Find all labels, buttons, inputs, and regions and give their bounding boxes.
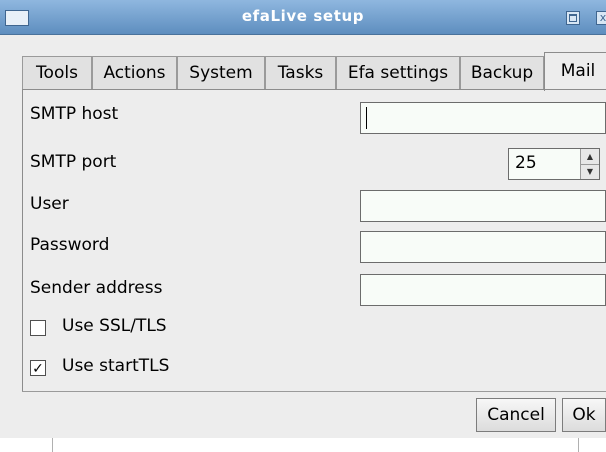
user-label: User xyxy=(30,194,69,214)
window-title: efaLive setup xyxy=(241,7,365,25)
password-input[interactable] xyxy=(360,231,606,263)
smtp-port-spinbox[interactable]: 25 ▲ ▼ xyxy=(508,148,600,180)
tab-tools[interactable]: Tools xyxy=(22,56,92,90)
tab-system[interactable]: System xyxy=(177,56,265,90)
text-cursor xyxy=(366,107,367,129)
background-frame-edge xyxy=(52,438,53,452)
tab-efa-settings[interactable]: Efa settings xyxy=(336,56,460,90)
setup-window: efaLive setup x Tools Actions System Tas… xyxy=(0,0,606,438)
tab-mail[interactable]: Mail xyxy=(544,52,606,91)
use-starttls-label[interactable]: Use startTLS xyxy=(62,356,169,376)
tab-bar: Tools Actions System Tasks Efa settings … xyxy=(22,52,606,91)
spin-up-icon[interactable]: ▲ xyxy=(581,149,599,165)
smtp-port-value[interactable]: 25 xyxy=(515,153,537,173)
cancel-button[interactable]: Cancel xyxy=(476,398,556,432)
title-bar[interactable]: efaLive setup x xyxy=(0,0,606,35)
use-ssl-tls-checkbox[interactable] xyxy=(30,320,46,336)
use-starttls-checkbox[interactable]: ✓ xyxy=(30,360,46,377)
user-input[interactable] xyxy=(360,190,606,222)
use-ssl-tls-label[interactable]: Use SSL/TLS xyxy=(62,316,167,336)
maximize-icon[interactable] xyxy=(566,11,580,25)
tab-tasks[interactable]: Tasks xyxy=(265,56,336,90)
button-divider xyxy=(22,391,606,392)
tab-backup[interactable]: Backup xyxy=(460,56,544,90)
background-frame-edge xyxy=(578,438,579,452)
sender-address-label: Sender address xyxy=(30,278,163,298)
spin-buttons: ▲ ▼ xyxy=(580,149,599,179)
sender-address-input[interactable] xyxy=(360,274,606,306)
smtp-port-label: SMTP port xyxy=(30,152,117,172)
ok-button[interactable]: Ok xyxy=(562,398,606,432)
smtp-host-label: SMTP host xyxy=(30,104,119,124)
close-icon[interactable]: x xyxy=(596,11,606,25)
smtp-host-input[interactable] xyxy=(360,102,606,134)
tab-actions[interactable]: Actions xyxy=(92,56,177,90)
spin-down-icon[interactable]: ▼ xyxy=(581,164,599,179)
password-label: Password xyxy=(30,235,110,255)
